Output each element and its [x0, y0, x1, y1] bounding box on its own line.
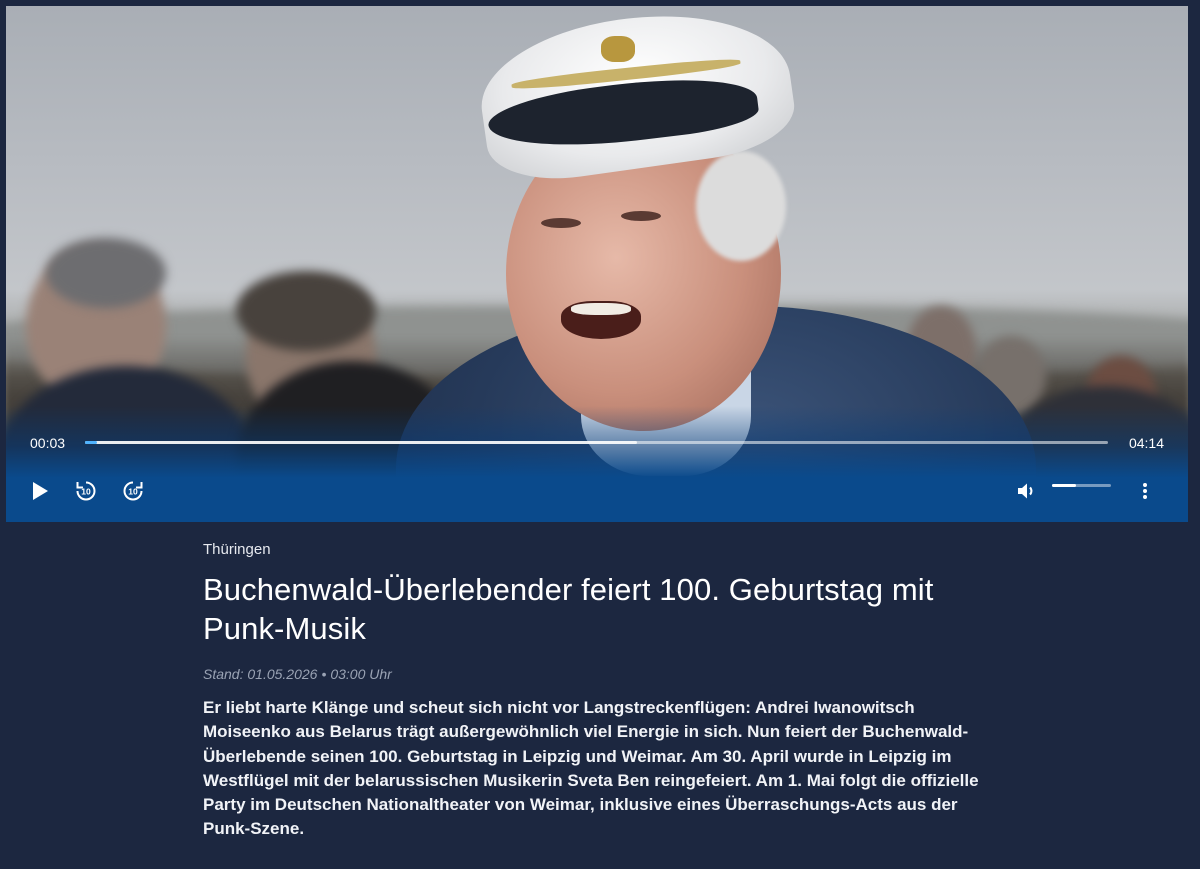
time-label: 03:00 Uhr	[330, 666, 392, 682]
headline: Buchenwald-Überlebender feiert 100. Gebu…	[203, 572, 934, 646]
rewind-10-label: 10	[81, 487, 91, 497]
total-time: 04:14	[1128, 435, 1164, 451]
seek-buffered	[85, 441, 638, 444]
controls-bar	[6, 406, 1188, 522]
volume-level	[1052, 484, 1076, 487]
rewind-10-icon: 10	[76, 481, 96, 501]
volume-button[interactable]	[1012, 476, 1042, 506]
seek-bar[interactable]	[85, 441, 1108, 444]
forward-10-icon: 10	[123, 481, 143, 501]
seek-progress	[85, 441, 98, 444]
topic-kicker[interactable]: Thüringen	[203, 540, 1003, 560]
date-label: Stand: 01.05.2026	[203, 666, 318, 682]
current-time: 00:03	[30, 435, 66, 451]
more-vertical-icon	[1143, 483, 1147, 499]
volume-icon	[1018, 483, 1033, 499]
date-separator: •	[321, 666, 327, 682]
forward-10-label: 10	[128, 487, 138, 497]
more-options-button[interactable]	[1130, 476, 1160, 506]
volume-slider[interactable]	[1052, 484, 1111, 487]
publish-date: Stand: 01.05.2026 • 03:00 Uhr	[203, 664, 1003, 684]
rewind-10-button[interactable]: 10	[71, 476, 101, 506]
play-icon	[33, 482, 48, 500]
forward-10-button[interactable]: 10	[118, 476, 148, 506]
video-player[interactable]: 00:03 04:14 10 10	[6, 6, 1188, 522]
teaser-text: Er liebt harte Klänge und scheut sich ni…	[203, 698, 979, 839]
play-button[interactable]	[25, 476, 55, 506]
article: Thüringen Buchenwald-Überlebender feiert…	[203, 540, 1003, 842]
